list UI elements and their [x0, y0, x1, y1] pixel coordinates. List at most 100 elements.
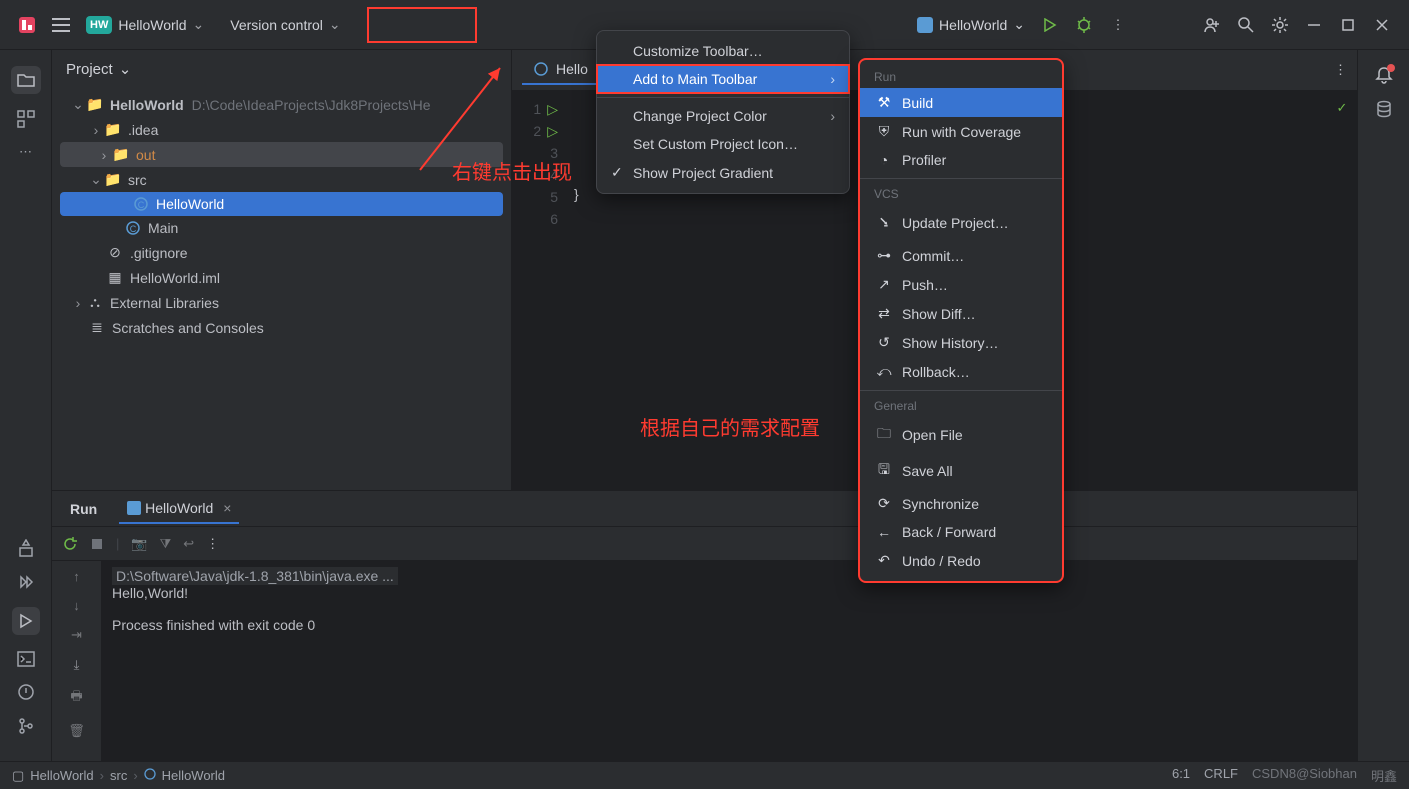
- project-selector[interactable]: HW HelloWorld ⌄: [78, 12, 212, 38]
- ctx-show-diff[interactable]: ⇄Show Diff…: [860, 299, 1062, 328]
- history-icon: ↺: [874, 334, 894, 351]
- problems-tool-icon[interactable]: [17, 683, 35, 701]
- services-tool-icon[interactable]: [17, 573, 35, 591]
- project-badge: HW: [86, 16, 112, 34]
- ctx-undo-redo[interactable]: ↶Undo / Redo: [860, 546, 1062, 575]
- run-config-selector[interactable]: HelloWorld ⌄: [909, 12, 1033, 37]
- down-icon[interactable]: ↓: [73, 598, 80, 613]
- clear-icon[interactable]: 🗑: [68, 723, 85, 739]
- close-icon[interactable]: [1369, 12, 1395, 38]
- add-user-icon[interactable]: [1199, 12, 1225, 38]
- tree-node-iml[interactable]: ▦ HelloWorld.iml: [52, 265, 511, 290]
- run-tab-run[interactable]: Run: [62, 495, 105, 523]
- ctx-add-main-toolbar[interactable]: Add to Main Toolbar›: [597, 65, 849, 93]
- commit-icon: ⊶: [874, 247, 894, 264]
- folder-icon: 📁: [112, 146, 130, 163]
- ctx-header-run: Run: [860, 66, 1062, 88]
- run-side-tools: ↑ ↓ ⇥ ⤓ 🖶 🗑: [52, 561, 102, 761]
- debug-icon[interactable]: [1071, 12, 1097, 38]
- folder-icon: 📁: [86, 96, 104, 113]
- up-icon[interactable]: ↑: [73, 569, 80, 584]
- gear-icon[interactable]: [1267, 12, 1293, 38]
- ctx-open-file[interactable]: 🗀Open File: [860, 417, 1062, 453]
- stop-icon[interactable]: [90, 537, 104, 551]
- print-icon[interactable]: 🖶: [70, 687, 82, 709]
- clock-icon: ◔: [874, 152, 894, 168]
- ctx-profiler[interactable]: ◔Profiler: [860, 146, 1062, 174]
- breadcrumb[interactable]: ▢ HelloWorld › src › HelloWorld: [12, 768, 225, 784]
- ctx-show-gradient[interactable]: ✓Show Project Gradient: [597, 158, 849, 187]
- run-tool-icon[interactable]: [12, 607, 40, 635]
- search-icon[interactable]: [1233, 12, 1259, 38]
- line-separator[interactable]: CRLF: [1204, 766, 1238, 785]
- tree-node-out[interactable]: › 📁 out: [60, 142, 503, 167]
- ctx-change-project-color[interactable]: Change Project Color›: [597, 102, 849, 130]
- run-panel-tabs: Run HelloWorld ×: [52, 491, 1357, 527]
- ctx-push[interactable]: ↗Push…: [860, 270, 1062, 299]
- close-tab-icon[interactable]: ×: [223, 500, 231, 516]
- ctx-custom-project-icon[interactable]: Set Custom Project Icon…: [597, 130, 849, 158]
- tree-node-scratches[interactable]: ≣ Scratches and Consoles: [52, 315, 511, 340]
- maximize-icon[interactable]: [1335, 12, 1361, 38]
- more-tools-icon[interactable]: ⋯: [19, 144, 32, 160]
- console-output[interactable]: D:\Software\Java\jdk-1.8_381\bin\java.ex…: [102, 561, 1357, 761]
- ctx-build[interactable]: ⚒Build: [860, 88, 1062, 117]
- structure-tool-icon[interactable]: [17, 110, 35, 128]
- ctx-synchronize[interactable]: ⟳Synchronize: [860, 489, 1062, 518]
- ctx-commit[interactable]: ⊶Commit…: [860, 241, 1062, 270]
- terminal-tool-icon[interactable]: [17, 651, 35, 667]
- shield-icon: ⛨: [874, 123, 894, 140]
- back-icon: ←: [874, 524, 894, 540]
- class-icon: [144, 768, 156, 783]
- chevron-down-icon: ⌄: [329, 16, 341, 33]
- class-icon: C: [124, 221, 142, 235]
- class-icon: [532, 62, 550, 76]
- tree-node-main-class[interactable]: C Main: [52, 216, 511, 240]
- ctx-customize-toolbar[interactable]: Customize Toolbar…: [597, 37, 849, 65]
- chevron-right-icon: ›: [96, 147, 112, 163]
- ctx-header-general: General: [860, 395, 1062, 417]
- notifications-icon[interactable]: [1375, 66, 1393, 84]
- tree-node-idea[interactable]: › 📁 .idea: [52, 117, 511, 142]
- soft-wrap-icon[interactable]: ⇥: [71, 627, 82, 643]
- project-tool-icon[interactable]: [11, 66, 41, 94]
- more-icon[interactable]: ⋮: [1105, 12, 1131, 38]
- ctx-back-forward[interactable]: ←Back / Forward: [860, 518, 1062, 546]
- chevron-down-icon: ⌄: [70, 96, 86, 113]
- ctx-run-coverage[interactable]: ⛨Run with Coverage: [860, 117, 1062, 146]
- filter-icon[interactable]: ⧩: [160, 536, 172, 552]
- tree-node-gitignore[interactable]: ⊘ .gitignore: [52, 240, 511, 265]
- tree-node-helloworld-class[interactable]: C HelloWorld: [60, 192, 503, 216]
- run-icon[interactable]: [1037, 12, 1063, 38]
- chevron-down-icon: ⌄: [193, 16, 205, 33]
- ctx-save-all[interactable]: 🖫Save All: [860, 453, 1062, 489]
- more-tabs-icon[interactable]: ⋮: [1334, 62, 1347, 78]
- hamburger-icon[interactable]: [48, 12, 74, 38]
- project-tree[interactable]: ⌄ 📁 HelloWorld D:\Code\IdeaProjects\Jdk8…: [52, 88, 511, 344]
- wrap-icon[interactable]: ↩: [183, 536, 194, 552]
- tree-node-src[interactable]: ⌄ 📁 src: [52, 167, 511, 192]
- ctx-update-project[interactable]: ⭸Update Project…: [860, 205, 1062, 241]
- ctx-show-history[interactable]: ↺Show History…: [860, 328, 1062, 357]
- minimize-icon[interactable]: [1301, 12, 1327, 38]
- camera-icon[interactable]: 📷: [131, 536, 147, 552]
- git-tool-icon[interactable]: [17, 717, 35, 735]
- more-icon[interactable]: ⋮: [206, 536, 219, 552]
- run-tab-hw[interactable]: HelloWorld ×: [119, 494, 239, 524]
- inspection-ok-icon[interactable]: ✓: [1337, 100, 1348, 115]
- svg-text:C: C: [130, 224, 137, 234]
- download-icon: ⭸: [874, 211, 894, 235]
- folder-icon: 🗀: [874, 423, 894, 447]
- scroll-end-icon[interactable]: ⤓: [74, 657, 80, 673]
- panel-header[interactable]: Project ⌄: [52, 50, 511, 88]
- editor-tab-hello[interactable]: Hello: [522, 55, 598, 85]
- ctx-rollback[interactable]: ⤺Rollback…: [860, 357, 1062, 386]
- rerun-icon[interactable]: [62, 536, 78, 552]
- vcs-selector[interactable]: Version control ⌄: [222, 12, 348, 37]
- tree-node-external-libs[interactable]: › ⛬ External Libraries: [52, 290, 511, 315]
- tree-root[interactable]: ⌄ 📁 HelloWorld D:\Code\IdeaProjects\Jdk8…: [52, 92, 511, 117]
- caret-position[interactable]: 6:1: [1172, 766, 1190, 785]
- build-tool-icon[interactable]: [17, 539, 35, 557]
- module-icon: ▢: [12, 768, 24, 784]
- database-tool-icon[interactable]: [1375, 100, 1393, 118]
